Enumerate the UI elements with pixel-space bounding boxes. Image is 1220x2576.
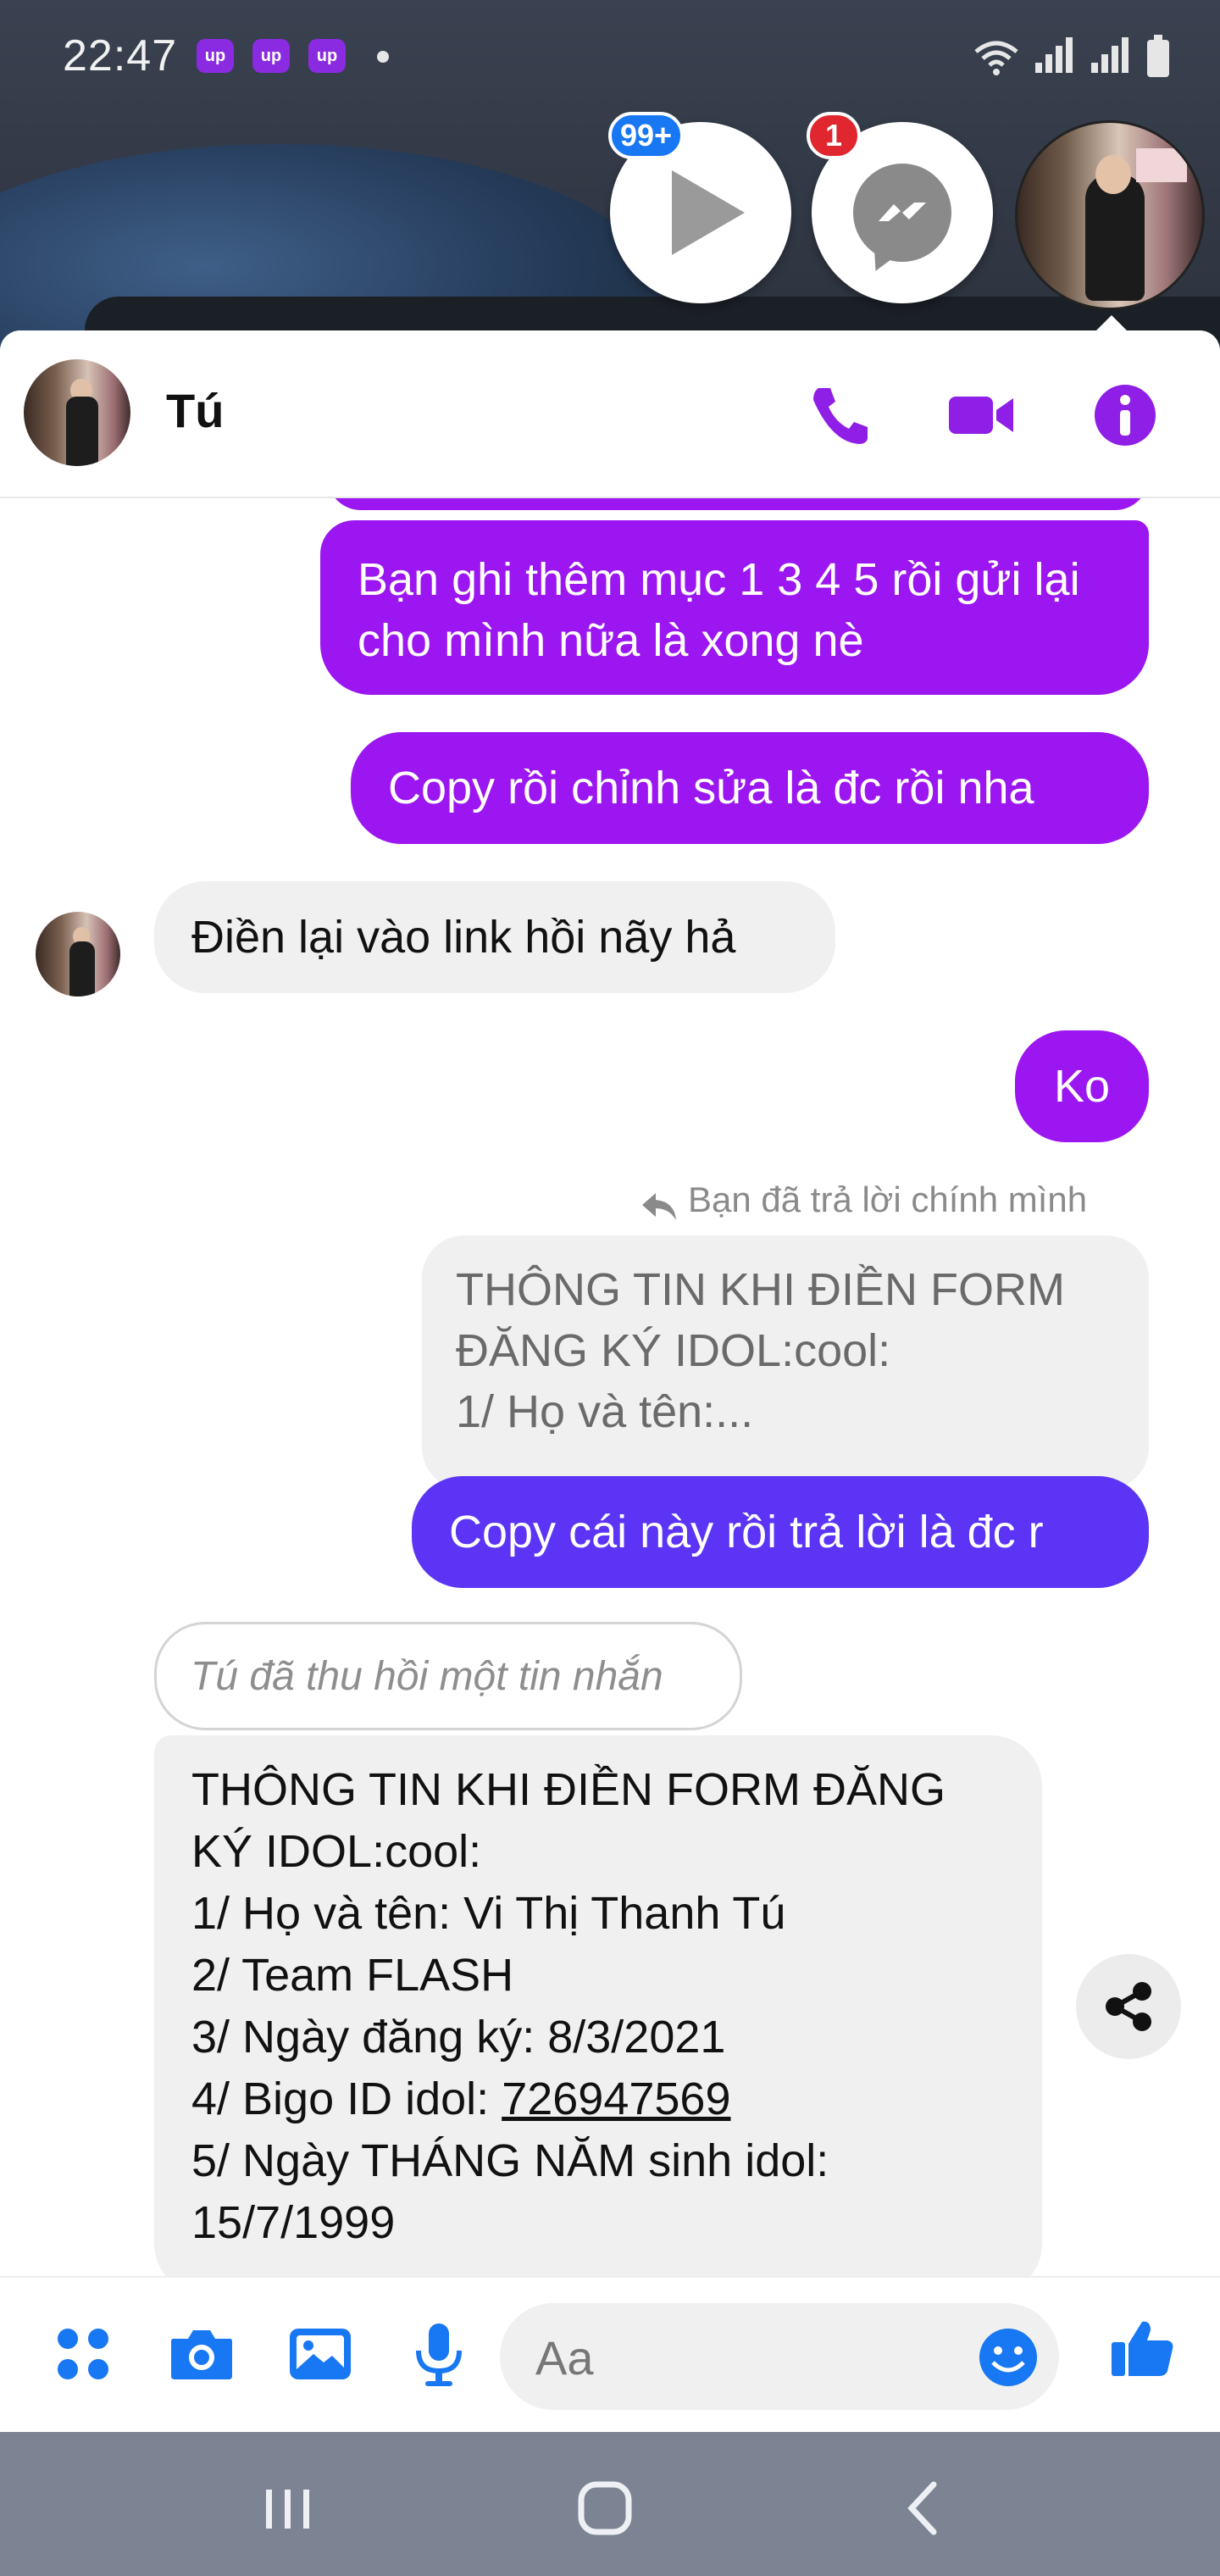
message-text-prefix: 4/ Bigo ID idol: bbox=[191, 2074, 502, 2124]
reply-icon bbox=[642, 1193, 676, 1220]
more-notifications-dot bbox=[377, 51, 389, 63]
message-list[interactable]: Bạn ghi thêm mục 1 3 4 5 rồi gửi lại cho… bbox=[0, 446, 1220, 2295]
emoji-icon[interactable] bbox=[974, 2323, 1042, 2391]
system-navigation-bar bbox=[0, 2432, 1220, 2576]
message-text: 2/ Team FLASH bbox=[191, 1950, 514, 2001]
microphone-icon[interactable] bbox=[405, 2320, 473, 2388]
reply-note: Bạn đã trả lời chính mình bbox=[688, 1180, 1088, 1219]
share-icon bbox=[1106, 1982, 1151, 2031]
video-badge: 99+ bbox=[608, 112, 685, 159]
home-icon[interactable] bbox=[554, 2474, 656, 2542]
messenger-badge: 1 bbox=[807, 112, 861, 159]
message-bubble-in[interactable]: Điền lại vào link hồi nãy hả bbox=[154, 881, 835, 993]
messenger-icon bbox=[853, 164, 951, 262]
message-text: 4/ Bigo ID idol: 726947569 bbox=[191, 2068, 1005, 2130]
message-text: 1/ Họ và tên: Vi Thị Thanh Tú bbox=[191, 1888, 786, 1939]
chat-panel: Tú Bạn ghi thêm mục 1 3 4 5 rồi gửi lại … bbox=[0, 330, 1220, 2432]
messenger-bolt-icon bbox=[879, 203, 926, 221]
message-text: THÔNG TIN KHI ĐIỀN FORM ĐĂNG bbox=[191, 1764, 946, 1815]
message-composer bbox=[0, 2276, 1220, 2432]
unsent-message-notice: Tú đã thu hồi một tin nhắn bbox=[154, 1622, 742, 1730]
quoted-text: 1/ Họ và tên:... bbox=[456, 1386, 754, 1437]
contact-chat-head[interactable] bbox=[1015, 120, 1205, 310]
bigo-id-link[interactable]: 726947569 bbox=[502, 2074, 730, 2124]
quoted-text: THÔNG TIN KHI ĐIỀN FORM bbox=[456, 1264, 1066, 1315]
signal-icon bbox=[1035, 37, 1076, 77]
signal-icon bbox=[1091, 37, 1132, 77]
sender-avatar[interactable] bbox=[36, 912, 120, 997]
message-input-container[interactable] bbox=[500, 2303, 1059, 2410]
message-text: Copy rồi chỉnh sửa là đc rồi nha bbox=[388, 763, 1034, 813]
contact-avatar[interactable] bbox=[24, 359, 130, 466]
info-icon[interactable] bbox=[1091, 381, 1159, 449]
status-time: 22:47 bbox=[63, 31, 178, 80]
message-bubble-out[interactable]: Ko bbox=[1015, 1030, 1149, 1142]
unsent-text: Tú đã thu hồi một tin nhắn bbox=[191, 1654, 663, 1699]
message-text: 5/ Ngày THÁNG NĂM sinh idol: bbox=[191, 2135, 829, 2186]
camera-icon[interactable] bbox=[168, 2320, 236, 2388]
status-icons bbox=[973, 35, 1169, 77]
message-text: Điền lại vào link hồi nãy hả bbox=[191, 912, 736, 963]
message-text: Ko bbox=[1053, 1061, 1111, 1112]
message-bubble-out[interactable]: Copy rồi chỉnh sửa là đc rồi nha bbox=[351, 732, 1149, 844]
quoted-text: ĐĂNG KÝ IDOL:cool: bbox=[456, 1325, 891, 1376]
message-text: Copy cái này rồi trả lời là đc r bbox=[449, 1507, 1044, 1557]
conversation-header: Tú bbox=[0, 330, 1220, 498]
video-camera-icon[interactable] bbox=[947, 381, 1015, 449]
message-text: Bạn ghi thêm mục 1 3 4 5 rồi gửi lại cho… bbox=[358, 554, 1080, 666]
message-bubble-out[interactable]: Bạn ghi thêm mục 1 3 4 5 rồi gửi lại cho… bbox=[320, 520, 1149, 695]
message-text: 3/ Ngày đăng ký: 8/3/2021 bbox=[191, 2012, 726, 2062]
message-text: KÝ IDOL:cool: bbox=[191, 1826, 482, 1877]
message-bubble-in[interactable]: THÔNG TIN KHI ĐIỀN FORM ĐĂNG KÝ IDOL:coo… bbox=[154, 1735, 1042, 2295]
notification-app-icon: up bbox=[197, 39, 234, 73]
play-icon bbox=[672, 170, 745, 255]
notification-app-icon: up bbox=[252, 39, 290, 73]
message-text: 15/7/1999 bbox=[191, 2197, 396, 2248]
share-button[interactable] bbox=[1076, 1954, 1181, 2059]
contact-name[interactable]: Tú bbox=[166, 383, 224, 438]
wifi-icon bbox=[974, 41, 1018, 75]
phone-icon[interactable] bbox=[807, 381, 874, 449]
recent-apps-icon[interactable] bbox=[237, 2474, 339, 2542]
apps-icon[interactable] bbox=[49, 2320, 117, 2388]
thumbs-up-icon[interactable] bbox=[1108, 2313, 1176, 2381]
message-bubble-out[interactable]: Copy cái này rồi trả lời là đc r bbox=[412, 1476, 1149, 1588]
back-icon[interactable] bbox=[873, 2474, 974, 2542]
message-input[interactable] bbox=[534, 2327, 944, 2388]
notification-app-icon: up bbox=[308, 39, 346, 73]
battery-icon bbox=[1147, 35, 1169, 77]
quoted-message[interactable]: THÔNG TIN KHI ĐIỀN FORM ĐĂNG KÝ IDOL:coo… bbox=[422, 1235, 1149, 1490]
gallery-icon[interactable] bbox=[286, 2320, 354, 2388]
